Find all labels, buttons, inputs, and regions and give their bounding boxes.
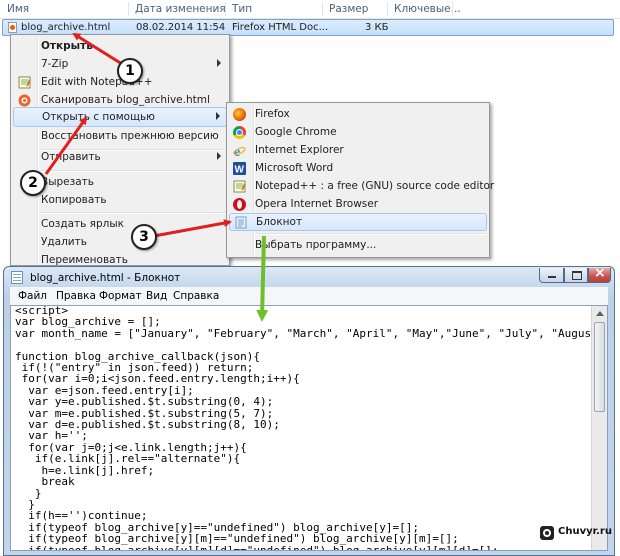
- step-badge-3: 3: [131, 224, 157, 250]
- arrow-to-notepad: [256, 235, 269, 322]
- arrow-step-2: [44, 116, 88, 175]
- watermark-logo-icon: [540, 526, 554, 540]
- step-badge-2: 2: [20, 170, 46, 196]
- site-watermark: Chuvyr.ru: [540, 522, 620, 548]
- step-badge-1: 1: [117, 58, 143, 84]
- watermark-text: Chuvyr.ru: [558, 526, 612, 537]
- arrow-step-1: [72, 32, 123, 66]
- arrow-step-3: [153, 219, 232, 238]
- annotation-arrows: [44, 32, 269, 322]
